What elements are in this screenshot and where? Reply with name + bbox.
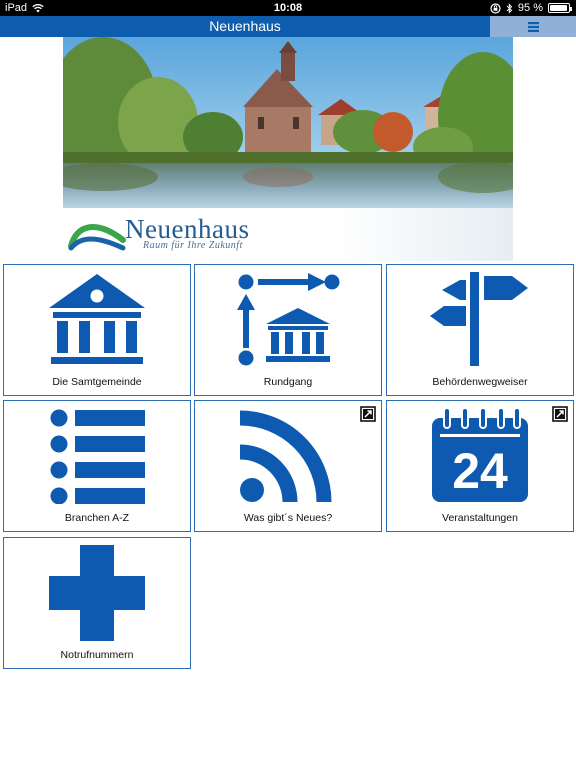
external-link-icon: [360, 406, 376, 422]
tile-label: Veranstaltungen: [442, 512, 518, 524]
tile-label: Rundgang: [263, 376, 313, 388]
nav-bar: Neuenhaus: [0, 16, 576, 37]
menu-button[interactable]: [490, 16, 576, 37]
menu-icon: [527, 21, 539, 32]
tile-branchen[interactable]: Branchen A-Z: [3, 400, 191, 532]
bluetooth-icon: [506, 2, 513, 14]
neuenhaus-logo-mark: [68, 224, 126, 251]
logo-slogan: Raum für Ihre Zukunft: [143, 240, 243, 251]
rss-icon: [239, 410, 332, 503]
battery-icon: [548, 3, 572, 13]
tile-neues[interactable]: Was gibt´s Neues?: [194, 400, 382, 532]
town-photo: [63, 37, 513, 208]
battery-percent: 95 %: [517, 2, 543, 14]
page-title: Neuenhaus: [209, 18, 281, 34]
route-icon: [237, 273, 340, 366]
battery-fill: [550, 5, 568, 11]
tile-label: Was gibt´s Neues?: [243, 512, 333, 524]
logo-banner: Neuenhaus Raum für Ihre Zukunft: [63, 208, 513, 261]
list-icon: [50, 409, 145, 504]
tile-veranstaltungen[interactable]: 24 Veranstaltungen: [386, 400, 574, 532]
town-hall-icon: [49, 274, 145, 364]
orientation-lock-icon: [490, 2, 501, 14]
hero-image: Neuenhaus Raum für Ihre Zukunft: [63, 37, 513, 261]
tile-label: Behördenwegweiser: [432, 376, 528, 388]
tile-behoerdenwegweiser[interactable]: Behördenwegweiser: [386, 264, 574, 396]
tile-samtgemeinde[interactable]: Die Samtgemeinde: [3, 264, 191, 396]
calendar-day: 24: [452, 443, 508, 499]
tile-notrufnummern[interactable]: Notrufnummern: [3, 537, 191, 669]
tile-rundgang[interactable]: Rundgang: [194, 264, 382, 396]
status-bar: iPad 10:08 95 %: [0, 0, 576, 16]
cross-icon: [49, 545, 145, 641]
tile-label: Die Samtgemeinde: [52, 376, 142, 388]
calendar-icon: 24: [432, 408, 528, 502]
tile-label: Notrufnummern: [60, 649, 134, 661]
external-link-icon: [552, 406, 568, 422]
tile-label: Branchen A-Z: [64, 512, 130, 524]
signpost-icon: [430, 272, 528, 366]
